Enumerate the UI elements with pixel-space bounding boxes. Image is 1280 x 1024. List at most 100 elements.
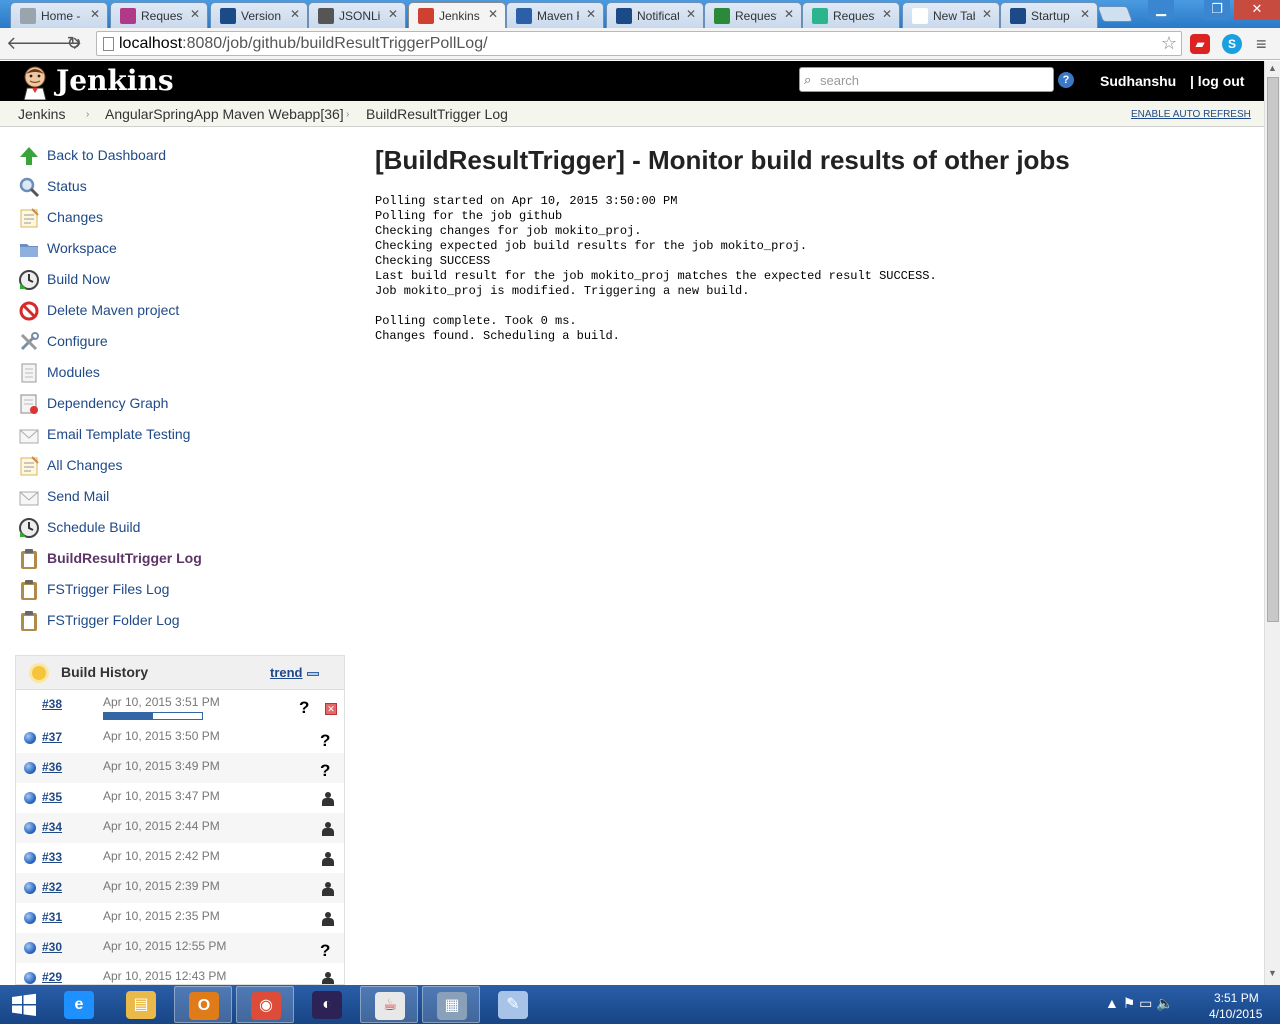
- back-button[interactable]: 🡐: [6, 32, 54, 54]
- taskbar-app-button[interactable]: ✎: [484, 986, 542, 1023]
- build-number-link[interactable]: #38: [42, 697, 62, 711]
- enable-auto-refresh-link[interactable]: ENABLE AUTO REFRESH: [1131, 109, 1251, 120]
- browser-tab[interactable]: Notificati ✕: [606, 2, 704, 28]
- task-label[interactable]: Build Now: [47, 271, 110, 287]
- taskbar-app-button[interactable]: ▦: [422, 986, 480, 1023]
- scroll-up-arrow-icon[interactable]: ▲: [1268, 63, 1277, 73]
- taskbar-app-button[interactable]: ☕: [360, 986, 418, 1023]
- task-label[interactable]: Email Template Testing: [47, 426, 190, 442]
- new-tab-button[interactable]: [1097, 6, 1133, 22]
- build-number-link[interactable]: #36: [42, 760, 62, 774]
- unknown-cause-icon: ?: [320, 941, 331, 960]
- close-tab-icon[interactable]: ✕: [882, 7, 892, 21]
- reload-button[interactable]: ↻: [63, 32, 85, 54]
- bookmark-star-icon[interactable]: ☆: [1161, 33, 1177, 54]
- collapse-icon[interactable]: [307, 672, 319, 676]
- build-number-link[interactable]: #32: [42, 880, 62, 894]
- close-tab-icon[interactable]: ✕: [488, 7, 498, 21]
- minimize-button[interactable]: ▁: [1148, 0, 1174, 20]
- extension-train-icon[interactable]: ▰: [1190, 34, 1210, 54]
- breadcrumb-current[interactable]: BuildResultTrigger Log: [366, 106, 508, 122]
- browser-tab[interactable]: Startup ✕: [1000, 2, 1098, 28]
- skype-icon[interactable]: S: [1222, 34, 1242, 54]
- build-number-link[interactable]: #30: [42, 940, 62, 954]
- clock-time[interactable]: 3:51 PM: [1214, 991, 1259, 1005]
- system-tray[interactable]: ▲ ⚑ ▭ 🔈: [1105, 995, 1174, 1012]
- task-label[interactable]: Configure: [47, 333, 108, 349]
- task-label[interactable]: BuildResultTrigger Log: [47, 550, 202, 566]
- browser-tab[interactable]: Request ✕: [802, 2, 900, 28]
- logout-link[interactable]: | log out: [1190, 73, 1244, 89]
- build-number-link[interactable]: #34: [42, 820, 62, 834]
- close-tab-icon[interactable]: ✕: [90, 7, 100, 21]
- browser-tab[interactable]: Jenkins ✕: [408, 2, 506, 28]
- browser-tab-label: Request: [735, 9, 777, 23]
- build-number-link[interactable]: #31: [42, 910, 62, 924]
- chrome-menu-icon[interactable]: ≡: [1256, 34, 1267, 55]
- vertical-scrollbar[interactable]: ▲ ▼: [1264, 61, 1280, 985]
- close-tab-icon[interactable]: ✕: [190, 7, 200, 21]
- build-progress-bar[interactable]: [103, 712, 203, 720]
- taskbar-app-button[interactable]: O: [174, 986, 232, 1023]
- task-label[interactable]: Send Mail: [47, 488, 109, 504]
- task-label[interactable]: Workspace: [47, 240, 117, 256]
- browser-tab[interactable]: Request ✕: [704, 2, 802, 28]
- close-tab-icon[interactable]: ✕: [686, 7, 696, 21]
- jenkins-title[interactable]: Jenkins: [56, 64, 174, 97]
- close-tab-icon[interactable]: ✕: [290, 7, 300, 21]
- clock-date[interactable]: 4/10/2015: [1209, 1007, 1262, 1021]
- help-icon[interactable]: ?: [1058, 72, 1074, 88]
- scroll-down-arrow-icon[interactable]: ▼: [1268, 968, 1277, 978]
- stop-build-icon[interactable]: ✕: [325, 703, 337, 715]
- taskbar-app-button[interactable]: ◉: [236, 986, 294, 1023]
- envelope-icon: [18, 486, 40, 508]
- taskbar-app-button[interactable]: ▤: [112, 986, 170, 1023]
- close-tab-icon[interactable]: ✕: [982, 7, 992, 21]
- close-tab-icon[interactable]: ✕: [388, 7, 398, 21]
- close-window-button[interactable]: ✕: [1234, 0, 1280, 20]
- taskbar-app-button[interactable]: ◐: [298, 986, 356, 1023]
- search-input[interactable]: ⌕ search: [799, 67, 1054, 92]
- build-row: #31 Apr 10, 2015 2:35 PM: [16, 903, 344, 933]
- build-row: #30 Apr 10, 2015 12:55 PM?: [16, 933, 344, 963]
- close-tab-icon[interactable]: ✕: [784, 7, 794, 21]
- task-label[interactable]: All Changes: [47, 457, 123, 473]
- browser-tab[interactable]: New Tab ✕: [902, 2, 1000, 28]
- maximize-button[interactable]: ❐: [1204, 0, 1230, 20]
- browser-tab[interactable]: Home - ✕: [10, 2, 108, 28]
- browser-tab[interactable]: Maven R ✕: [506, 2, 604, 28]
- browser-tab[interactable]: Version ✕: [210, 2, 308, 28]
- close-tab-icon[interactable]: ✕: [586, 7, 596, 21]
- build-number-link[interactable]: #29: [42, 970, 62, 984]
- jenkins-butler-logo[interactable]: [18, 64, 52, 100]
- log-line: Last build result for the job mokito_pro…: [375, 269, 937, 283]
- build-date: Apr 10, 2015 2:39 PM: [103, 879, 220, 893]
- browser-tab[interactable]: Request ✕: [110, 2, 208, 28]
- task-label[interactable]: Modules: [47, 364, 100, 380]
- task-label[interactable]: FSTrigger Folder Log: [47, 612, 180, 628]
- build-number-link[interactable]: #37: [42, 730, 62, 744]
- address-bar[interactable]: localhost:8080/job/github/buildResultTri…: [96, 31, 1182, 56]
- document-icon: [18, 362, 40, 384]
- build-number-link[interactable]: #35: [42, 790, 62, 804]
- trend-link[interactable]: trend: [270, 665, 303, 680]
- build-row: #36 Apr 10, 2015 3:49 PM?: [16, 753, 344, 783]
- task-label[interactable]: Status: [47, 178, 87, 194]
- task-label[interactable]: Delete Maven project: [47, 302, 179, 318]
- task-label[interactable]: Dependency Graph: [47, 395, 168, 411]
- task-label[interactable]: FSTrigger Files Log: [47, 581, 169, 597]
- taskbar-app-button[interactable]: e: [50, 986, 108, 1023]
- task-label[interactable]: Back to Dashboard: [47, 147, 166, 163]
- forward-button[interactable]: 🡒: [34, 32, 82, 54]
- breadcrumb-project[interactable]: AngularSpringApp Maven Webapp[36]: [105, 106, 344, 122]
- close-tab-icon[interactable]: ✕: [1080, 7, 1090, 21]
- task-label[interactable]: Schedule Build: [47, 519, 140, 535]
- clipboard-icon: [18, 579, 40, 601]
- scrollbar-thumb[interactable]: [1267, 77, 1279, 622]
- build-number-link[interactable]: #33: [42, 850, 62, 864]
- task-label[interactable]: Changes: [47, 209, 103, 225]
- browser-tab[interactable]: JSONLint ✕: [308, 2, 406, 28]
- user-link[interactable]: Sudhanshu: [1100, 73, 1176, 89]
- windows-start-icon[interactable]: [10, 993, 38, 1017]
- breadcrumb-jenkins[interactable]: Jenkins: [18, 106, 65, 122]
